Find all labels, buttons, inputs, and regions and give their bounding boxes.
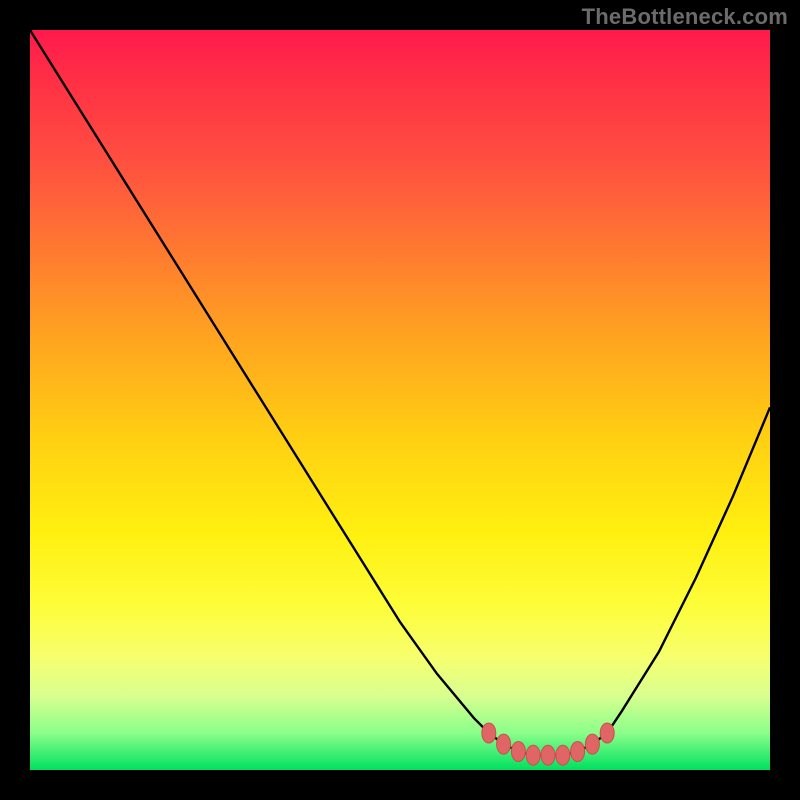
chart-frame: TheBottleneck.com bbox=[0, 0, 800, 800]
curve-line bbox=[30, 30, 770, 755]
bottleneck-curve-chart bbox=[30, 30, 770, 770]
flat-region-markers bbox=[482, 723, 614, 765]
flat-marker bbox=[482, 723, 496, 743]
watermark-text: TheBottleneck.com bbox=[582, 4, 788, 30]
flat-marker bbox=[600, 723, 614, 743]
flat-marker bbox=[571, 742, 585, 762]
flat-marker bbox=[541, 745, 555, 765]
flat-marker bbox=[556, 745, 570, 765]
flat-marker bbox=[511, 742, 525, 762]
plot-area bbox=[30, 30, 770, 770]
flat-marker bbox=[585, 734, 599, 754]
flat-marker bbox=[497, 734, 511, 754]
flat-marker bbox=[526, 745, 540, 765]
